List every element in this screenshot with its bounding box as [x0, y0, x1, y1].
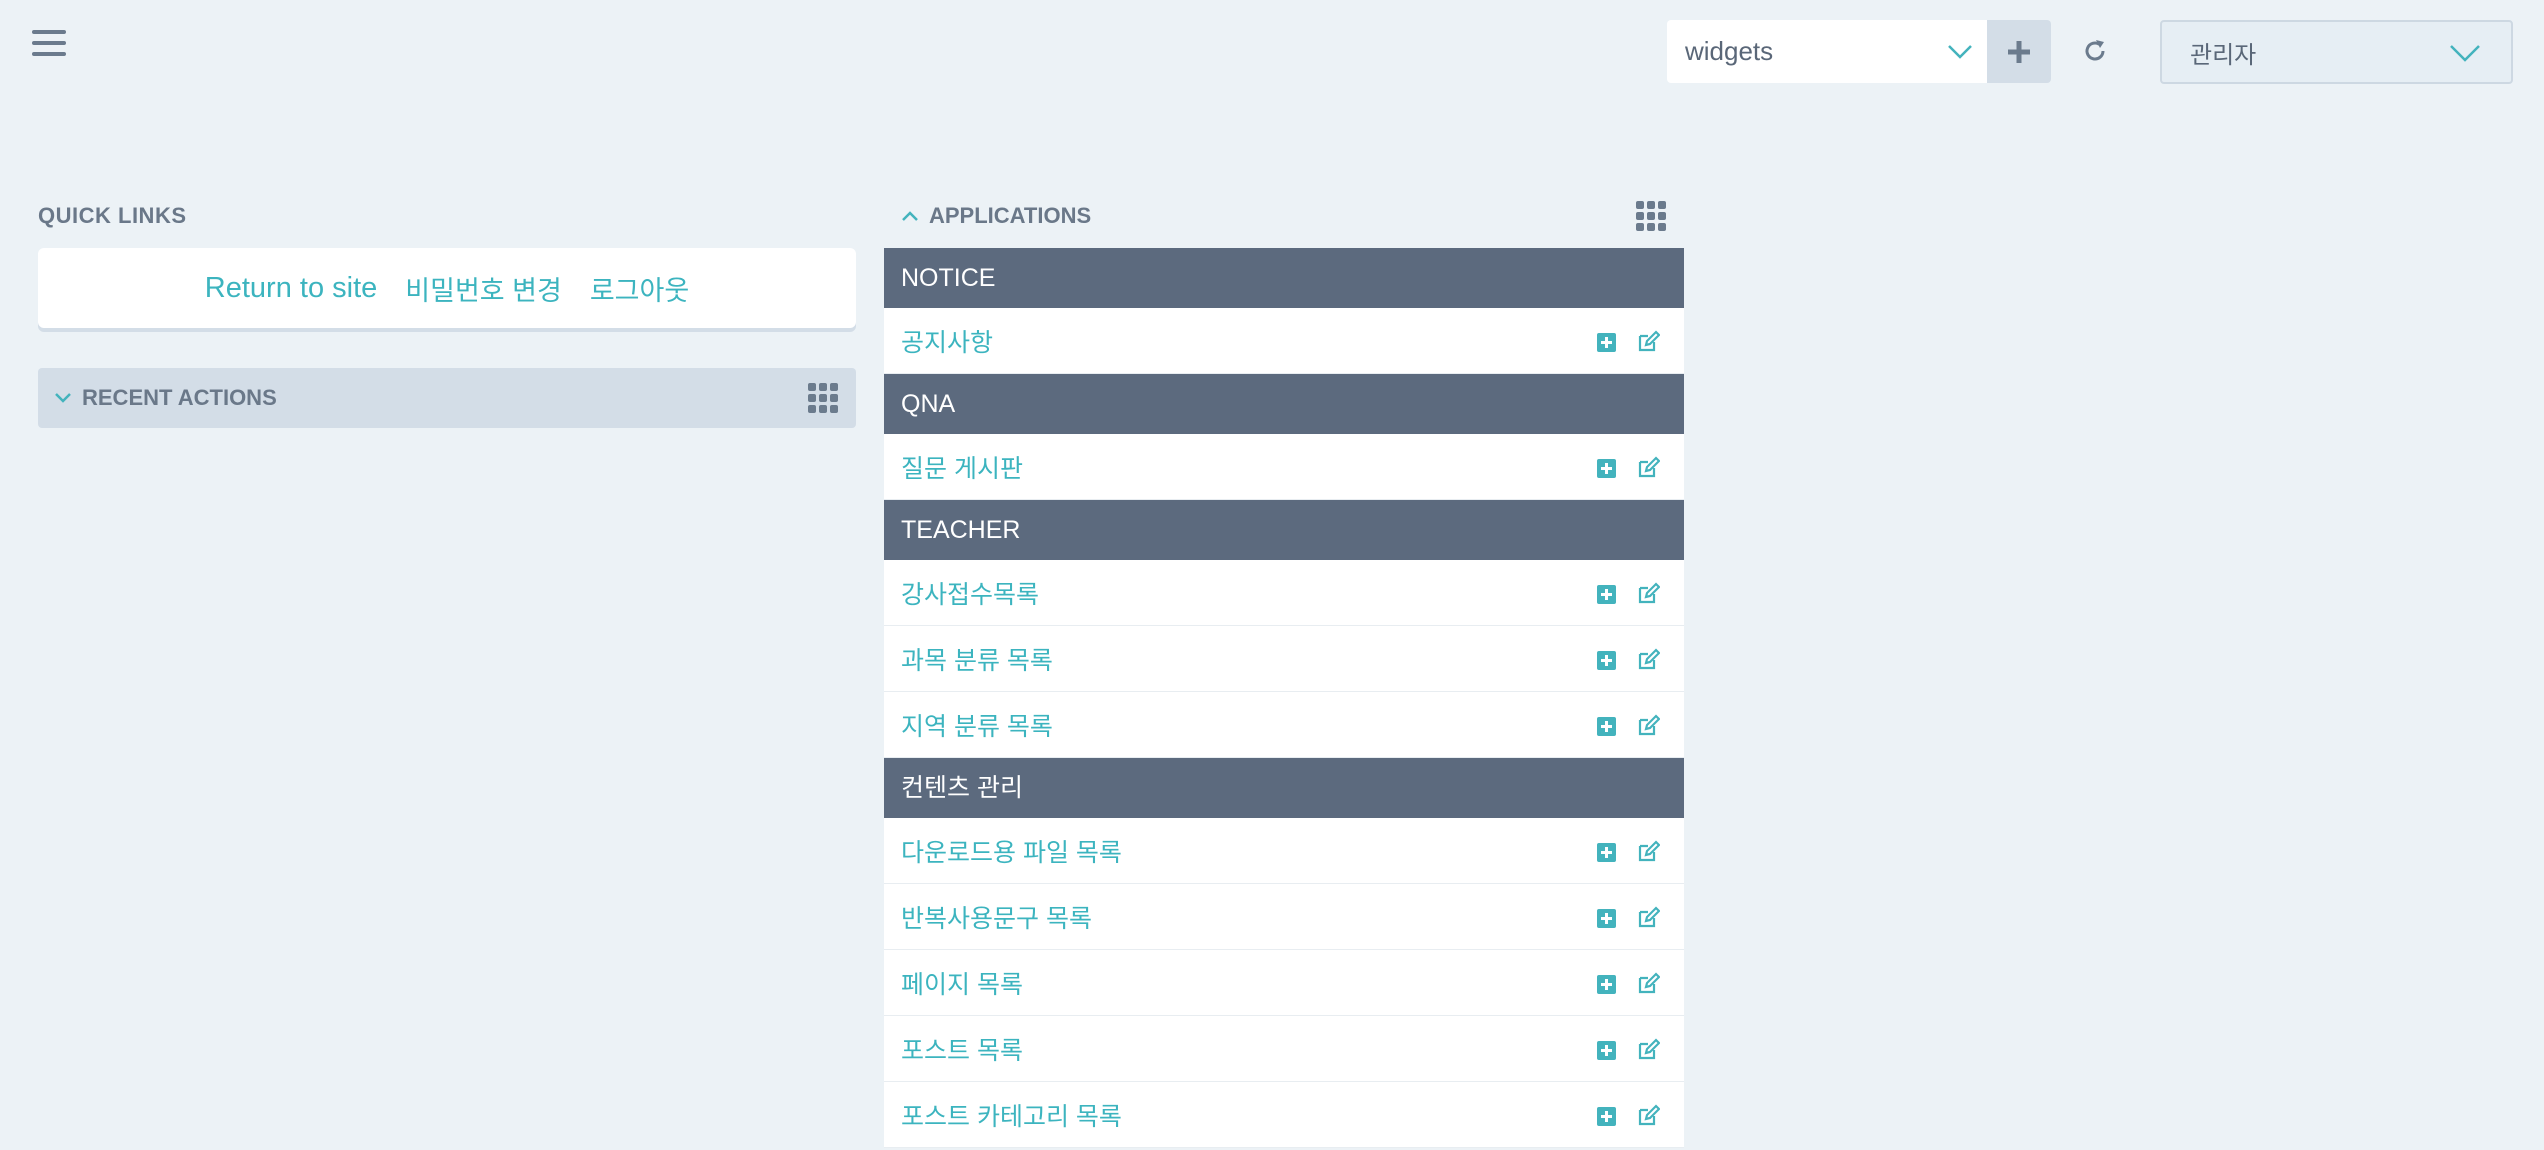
add-icon[interactable] — [1597, 459, 1616, 478]
add-icon[interactable] — [1597, 333, 1616, 352]
user-select-value: 관리자 — [2190, 41, 2257, 69]
widget-select[interactable]: widgets — [1667, 20, 1987, 83]
app-group-header: QNA — [884, 374, 1684, 434]
add-icon[interactable] — [1597, 1107, 1616, 1126]
recent-actions-header[interactable]: RECENT ACTIONS — [38, 368, 856, 428]
edit-icon[interactable] — [1636, 330, 1660, 354]
chevron-down-icon — [2450, 45, 2480, 62]
model-link[interactable]: 강사접수목록 — [901, 575, 1039, 611]
add-icon[interactable] — [1597, 843, 1616, 862]
applications-column: APPLICATIONS NOTICE 공지사항 QNA 질문 게시판 TEAC… — [884, 200, 1684, 1148]
model-row: 페이지 목록 — [884, 950, 1684, 1016]
model-row: 질문 게시판 — [884, 434, 1684, 500]
chevron-up-icon[interactable] — [901, 209, 919, 223]
drag-handle-icon[interactable] — [808, 383, 838, 413]
top-toolbar: widgets 관리자 — [0, 0, 2544, 100]
model-link[interactable]: 과목 분류 목록 — [901, 641, 1053, 677]
edit-icon[interactable] — [1636, 972, 1660, 996]
model-row: 과목 분류 목록 — [884, 626, 1684, 692]
left-column: QUICK LINKS Return to site 비밀번호 변경 로그아웃 … — [38, 200, 856, 428]
user-select[interactable]: 관리자 — [2160, 20, 2513, 84]
edit-icon[interactable] — [1636, 582, 1660, 606]
model-link[interactable]: 공지사항 — [901, 323, 993, 359]
edit-icon[interactable] — [1636, 648, 1660, 672]
edit-icon[interactable] — [1636, 714, 1660, 738]
model-row: 포스트 목록 — [884, 1016, 1684, 1082]
add-icon[interactable] — [1597, 975, 1616, 994]
edit-icon[interactable] — [1636, 1104, 1660, 1128]
add-icon[interactable] — [1597, 1041, 1616, 1060]
return-to-site-link[interactable]: Return to site — [205, 272, 377, 305]
drag-handle-icon[interactable] — [1636, 201, 1666, 231]
model-row: 반복사용문구 목록 — [884, 884, 1684, 950]
chevron-down-icon — [55, 393, 71, 403]
add-icon[interactable] — [1597, 909, 1616, 928]
edit-icon[interactable] — [1636, 906, 1660, 930]
widget-select-value: widgets — [1685, 36, 1774, 66]
model-link[interactable]: 다운로드용 파일 목록 — [901, 833, 1122, 869]
logout-link[interactable]: 로그아웃 — [590, 269, 689, 308]
quick-links-title: QUICK LINKS — [38, 203, 187, 228]
refresh-button[interactable] — [2078, 33, 2112, 69]
model-row: 공지사항 — [884, 308, 1684, 374]
hamburger-icon[interactable] — [32, 30, 66, 60]
refresh-icon — [2085, 40, 2105, 61]
model-link[interactable]: 포스트 목록 — [901, 1031, 1023, 1067]
application-list: NOTICE 공지사항 QNA 질문 게시판 TEACHER 강사접수목록 과목… — [884, 248, 1684, 1148]
edit-icon[interactable] — [1636, 1038, 1660, 1062]
edit-icon[interactable] — [1636, 840, 1660, 864]
edit-icon[interactable] — [1636, 456, 1660, 480]
model-row: 다운로드용 파일 목록 — [884, 818, 1684, 884]
add-icon[interactable] — [1597, 717, 1616, 736]
applications-header: APPLICATIONS — [884, 200, 1684, 232]
model-link[interactable]: 질문 게시판 — [901, 449, 1023, 485]
add-icon[interactable] — [1597, 651, 1616, 670]
add-widget-button[interactable] — [1987, 20, 2051, 83]
plus-icon — [2008, 40, 2030, 63]
model-link[interactable]: 페이지 목록 — [901, 965, 1023, 1001]
model-link[interactable]: 포스트 카테고리 목록 — [901, 1097, 1122, 1133]
add-icon[interactable] — [1597, 585, 1616, 604]
app-group-header: 컨텐츠 관리 — [884, 758, 1684, 818]
model-row: 지역 분류 목록 — [884, 692, 1684, 758]
recent-actions-title: RECENT ACTIONS — [82, 385, 277, 410]
model-link[interactable]: 지역 분류 목록 — [901, 707, 1053, 743]
chevron-down-icon — [1948, 45, 1972, 59]
quick-links-box: Return to site 비밀번호 변경 로그아웃 — [38, 248, 856, 328]
app-group-header: TEACHER — [884, 500, 1684, 560]
model-row: 강사접수목록 — [884, 560, 1684, 626]
model-row: 포스트 카테고리 목록 — [884, 1082, 1684, 1148]
app-group-header: NOTICE — [884, 248, 1684, 308]
applications-title[interactable]: APPLICATIONS — [929, 203, 1091, 229]
model-link[interactable]: 반복사용문구 목록 — [901, 899, 1092, 935]
change-password-link[interactable]: 비밀번호 변경 — [405, 269, 562, 308]
